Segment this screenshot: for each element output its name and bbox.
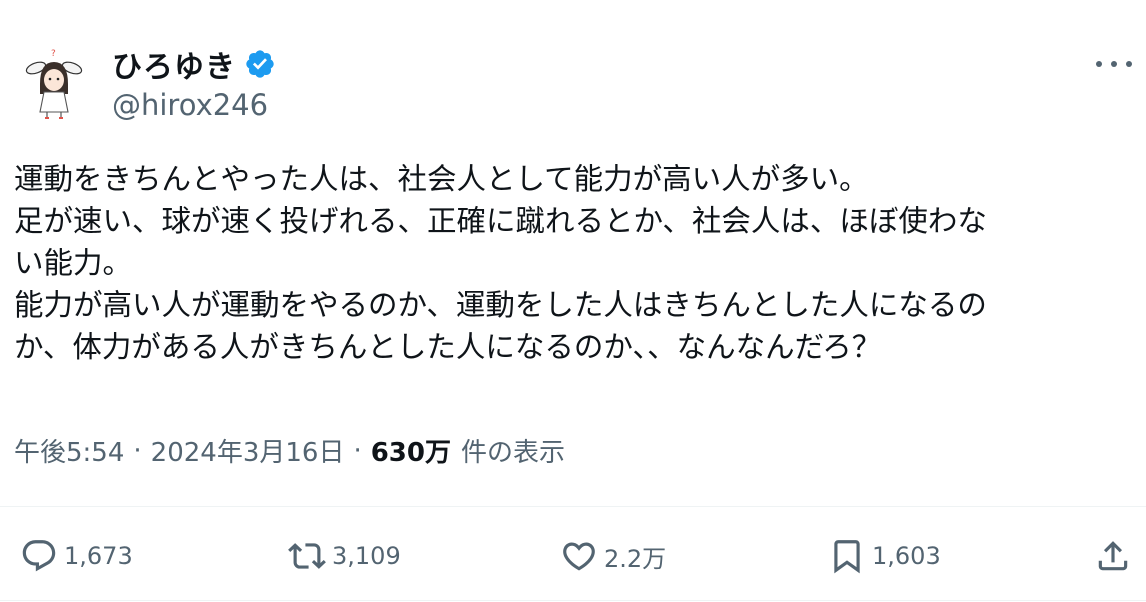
divider bbox=[0, 600, 1146, 601]
speech-bubble-icon bbox=[22, 540, 56, 572]
views-count[interactable]: 630万 bbox=[371, 432, 451, 469]
views-label: 件の表示 bbox=[461, 438, 566, 468]
bookmark-icon bbox=[834, 540, 860, 574]
tweet-time[interactable]: 午後5:54 bbox=[14, 432, 124, 469]
more-dot bbox=[1126, 61, 1132, 67]
author-display-name[interactable]: ひろゆき bbox=[112, 42, 236, 86]
tweet-text-line: 能力が高い人が運動をやるのか、運動をした人はきちんとした人になるの bbox=[14, 288, 987, 322]
tweet-text-line: 運動をきちんとやった人は、社会人として能力が高い人が多い。 bbox=[14, 162, 869, 196]
author-name-row[interactable]: ひろゆき bbox=[112, 42, 276, 86]
tweet-date[interactable]: 2024年3月16日 bbox=[151, 432, 345, 469]
retweet-count: 3,109 bbox=[332, 542, 401, 570]
heart-icon bbox=[563, 542, 595, 571]
tweet-text: 運動をきちんとやった人は、社会人として能力が高い人が多い。 足が速い、球が速く投… bbox=[14, 158, 1140, 368]
meta-separator: · bbox=[133, 435, 142, 466]
divider bbox=[0, 506, 1146, 507]
like-button[interactable]: 2.2万 bbox=[560, 528, 666, 584]
more-options-button[interactable] bbox=[1096, 52, 1132, 76]
bookmark-button[interactable]: 1,603 bbox=[828, 528, 941, 584]
more-dot bbox=[1111, 61, 1117, 67]
tweet-meta: 午後5:54 · 2024年3月16日 · 630万 件の表示 bbox=[14, 432, 565, 469]
svg-text:?: ? bbox=[51, 49, 56, 59]
tweet-card: ? ひろゆき @hirox246 運動をきちんとやった人は、社会人として能力が高… bbox=[0, 0, 1146, 602]
bookmark-count: 1,603 bbox=[872, 542, 941, 570]
retweet-arrows-icon bbox=[288, 543, 326, 569]
verified-badge-icon bbox=[244, 48, 276, 80]
avatar-illustration-icon: ? bbox=[14, 44, 94, 124]
reply-button[interactable]: 1,673 bbox=[20, 528, 133, 584]
like-count: 2.2万 bbox=[604, 544, 667, 573]
reply-count: 1,673 bbox=[64, 542, 133, 570]
share-button[interactable] bbox=[1094, 528, 1132, 584]
author-handle[interactable]: @hirox246 bbox=[112, 88, 268, 122]
share-upload-icon bbox=[1098, 541, 1128, 571]
more-dots-icon bbox=[1096, 61, 1102, 67]
meta-separator: · bbox=[353, 435, 362, 466]
avatar[interactable]: ? bbox=[14, 44, 94, 124]
tweet-text-line: か、体力がある人がきちんとした人になるのか、、なんなんだろ？ bbox=[14, 330, 882, 364]
tweet-text-line: い能力。 bbox=[14, 246, 133, 280]
action-bar: 1,673 3,109 2.2万 1,603 bbox=[0, 528, 1146, 584]
retweet-button[interactable]: 3,109 bbox=[288, 528, 401, 584]
tweet-text-line: 足が速い、球が速く投げれる、正確に蹴れるとか、社会人は、ほぼ使わな bbox=[14, 204, 987, 238]
